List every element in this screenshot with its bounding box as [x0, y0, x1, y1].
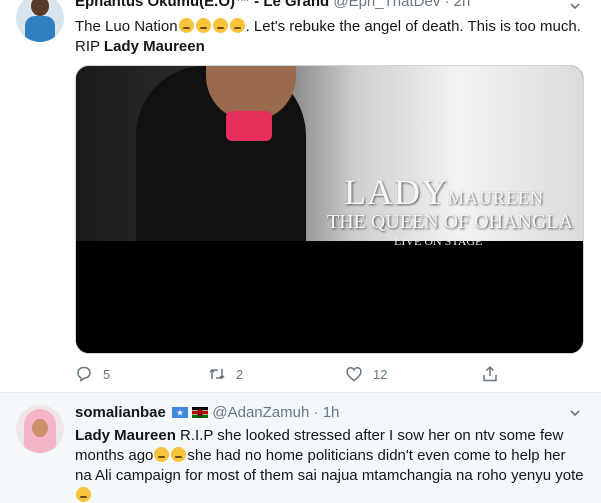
- chevron-down-icon[interactable]: [569, 0, 581, 12]
- avatar[interactable]: [16, 0, 64, 42]
- share-button[interactable]: [481, 364, 509, 384]
- user-handle[interactable]: @Eph_ThatDev: [333, 0, 440, 10]
- kenya-flag-icon: [192, 407, 209, 418]
- reply-count: 5: [103, 366, 111, 382]
- chevron-down-icon[interactable]: [569, 407, 581, 419]
- tweet-text-start: The Luo Nation: [75, 18, 178, 35]
- tweet-actions: 5 2 12: [75, 364, 505, 384]
- like-count: 12: [373, 366, 388, 382]
- avatar[interactable]: [16, 405, 64, 453]
- persevering-face-emoji: [154, 447, 170, 462]
- tweet-time[interactable]: 1h: [323, 404, 340, 421]
- persevering-face-emoji: [195, 18, 211, 33]
- somalia-flag-icon: [172, 407, 189, 418]
- tweet-text: The Luo Nation. Let's rebuke the angel o…: [75, 17, 585, 57]
- media-banner: LIVE ON STAGE: [394, 234, 483, 248]
- user-handle[interactable]: @AdanZamuh: [212, 404, 309, 421]
- tweet-header: somalianbae @AdanZamuh · 1h: [75, 403, 339, 423]
- tweet-time[interactable]: 2h: [454, 0, 471, 10]
- persevering-face-emoji: [229, 18, 245, 33]
- persevering-face-emoji: [212, 18, 228, 33]
- retweet-count: 2: [236, 366, 244, 382]
- bold-mention: Lady Maureen: [103, 38, 205, 55]
- tweet[interactable]: somalianbae @AdanZamuh · 1h Lady Maureen…: [0, 393, 601, 503]
- reply-icon: [77, 366, 91, 382]
- like-button[interactable]: 12: [345, 364, 387, 384]
- separator-dot: ·: [313, 404, 319, 421]
- display-name[interactable]: Ephantus Okumu(E.O)™ - Le Grand: [75, 0, 329, 10]
- persevering-face-emoji: [76, 487, 91, 502]
- share-icon: [483, 365, 497, 382]
- tweet[interactable]: Ephantus Okumu(E.O)™ - Le Grand @Eph_Tha…: [0, 0, 601, 393]
- retweet-button[interactable]: 2: [208, 364, 243, 384]
- separator-dot: ·: [444, 0, 450, 10]
- persevering-face-emoji: [171, 447, 187, 462]
- display-name[interactable]: somalianbae: [75, 404, 166, 421]
- bold-mention: Lady Maureen: [75, 427, 176, 444]
- reply-button[interactable]: 5: [75, 364, 110, 384]
- media-subtitle: THE QUEEN OF OHANGLA: [327, 211, 574, 233]
- tweet-media-image[interactable]: LADYMAUREEN THE QUEEN OF OHANGLA LIVE ON…: [75, 65, 584, 354]
- media-title: LADYMAUREEN: [344, 172, 544, 212]
- retweet-icon: [209, 368, 225, 380]
- tweet-header: Ephantus Okumu(E.O)™ - Le Grand @Eph_Tha…: [75, 0, 470, 12]
- like-icon: [346, 367, 362, 382]
- tweet-text: Lady Maureen R.I.P she looked stressed a…: [75, 426, 585, 503]
- persevering-face-emoji: [178, 18, 194, 33]
